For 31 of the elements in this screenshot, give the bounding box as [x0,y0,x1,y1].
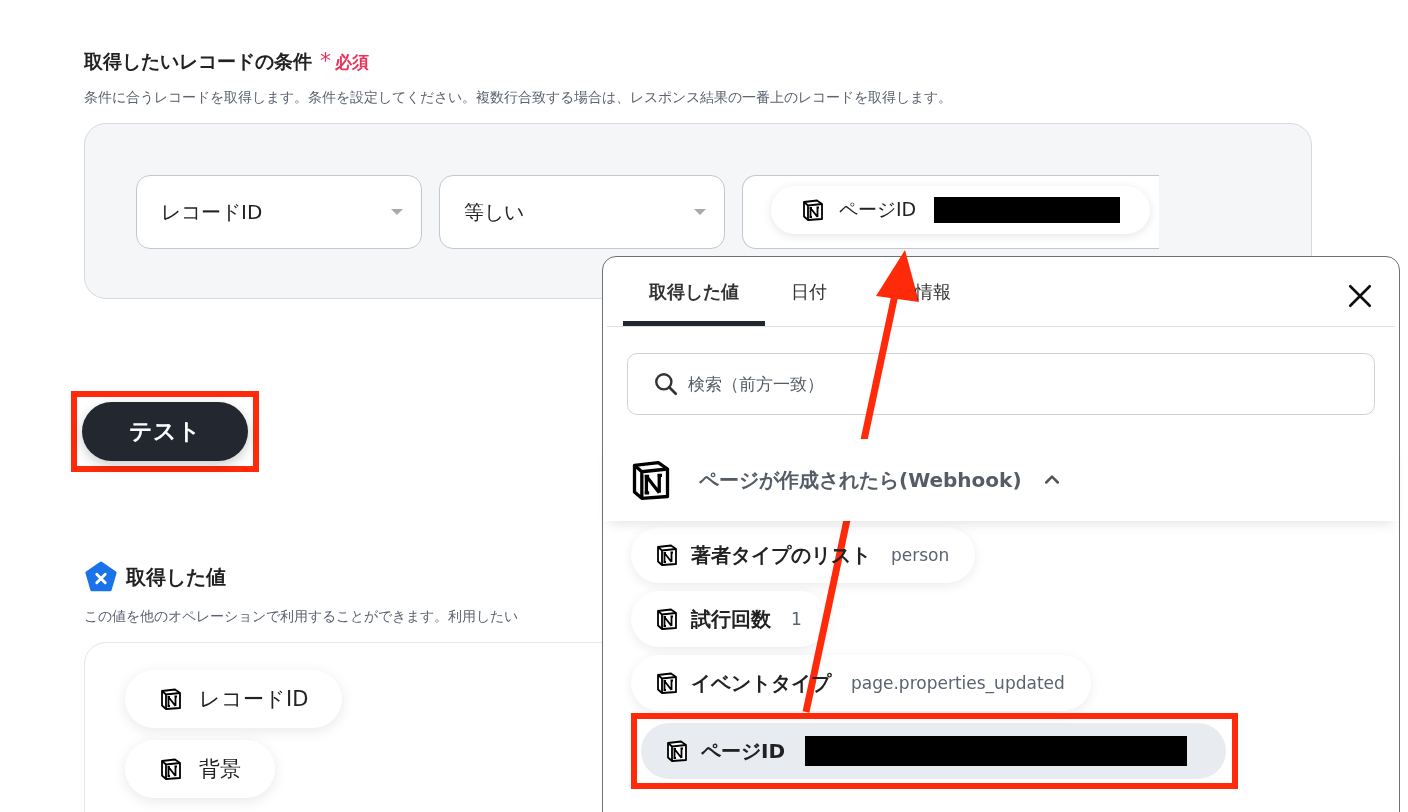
group-title: ページが作成されたら(Webhook) [699,466,1022,494]
section-description: 条件に合うレコードを取得します。条件を設定してください。複数行合致する場合は、レスポンス結果の一番上のレコードを取得します。 [84,89,952,107]
operator-select[interactable]: 等しい [439,175,725,249]
tab[interactable]: 取得した値 [623,257,765,326]
value-chip[interactable]: ページID [771,186,1151,234]
notion-icon [655,607,679,631]
notion-icon [655,543,679,567]
value-chip[interactable]: 背景 [125,740,275,798]
search-icon [653,371,679,397]
notion-icon [801,198,825,222]
group-header[interactable]: ページが作成されたら(Webhook) [603,439,1399,521]
value-item[interactable]: 試行回数 1 [631,591,828,647]
value-field[interactable]: ページID [742,175,1159,249]
notion-icon [655,671,679,695]
required-mark: * [320,48,331,73]
output-title: 取得した値 [126,563,226,591]
section-title: 取得したいレコードの条件 [84,49,312,74]
tab[interactable]: 情報 [853,257,977,326]
test-button[interactable]: テスト [82,402,248,461]
tab[interactable]: 日付 [765,257,853,326]
field-select[interactable]: レコードID [136,175,422,249]
value-item[interactable]: ページID [641,723,1226,779]
required-label: 必須 [335,51,369,74]
output-description: この値を他のオペレーションで利用することができます。利用したい [84,608,518,626]
search-field[interactable]: 検索（前方一致） [627,353,1375,415]
variable-icon [84,560,118,594]
value-chip[interactable]: レコードID [125,670,343,728]
notion-icon [159,757,183,781]
notion-icon [159,687,183,711]
notion-icon [665,739,689,763]
close-icon[interactable] [1347,283,1373,309]
